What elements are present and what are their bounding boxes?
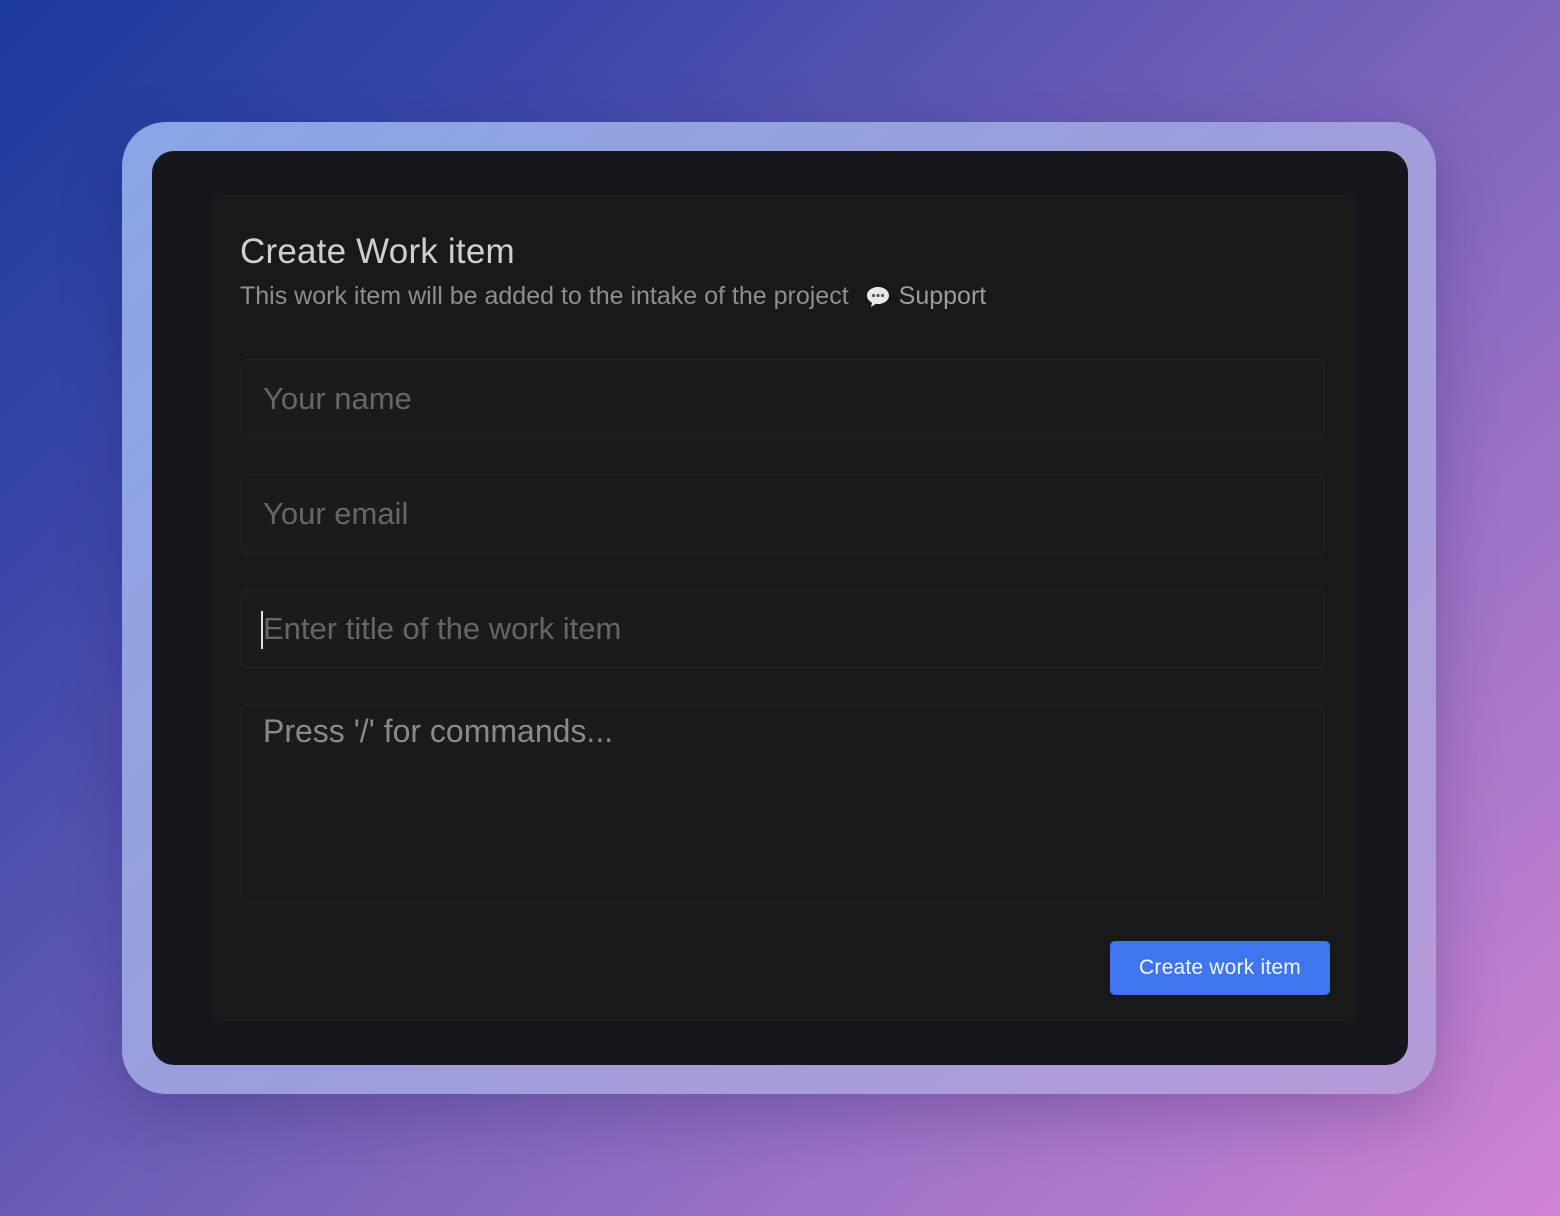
form-subtitle-text: This work item will be added to the inta… <box>240 282 849 310</box>
support-link[interactable]: Support <box>865 282 987 311</box>
form-title: Create Work item <box>240 232 515 271</box>
description-editor[interactable]: Press '/' for commands... <box>240 704 1325 904</box>
email-input[interactable] <box>240 474 1325 554</box>
support-label: Support <box>898 282 987 310</box>
description-placeholder: Press '/' for commands... <box>263 713 614 749</box>
text-caret <box>261 611 263 649</box>
work-item-title-input[interactable] <box>240 590 1325 668</box>
create-work-item-form: Create Work item This work item will be … <box>212 195 1356 1021</box>
speech-bubble-icon <box>865 285 891 309</box>
app-window: Create Work item This work item will be … <box>152 151 1408 1065</box>
create-work-item-button[interactable]: Create work item <box>1110 941 1330 995</box>
form-subtitle: This work item will be added to the inta… <box>240 282 986 311</box>
name-input[interactable] <box>240 359 1325 439</box>
